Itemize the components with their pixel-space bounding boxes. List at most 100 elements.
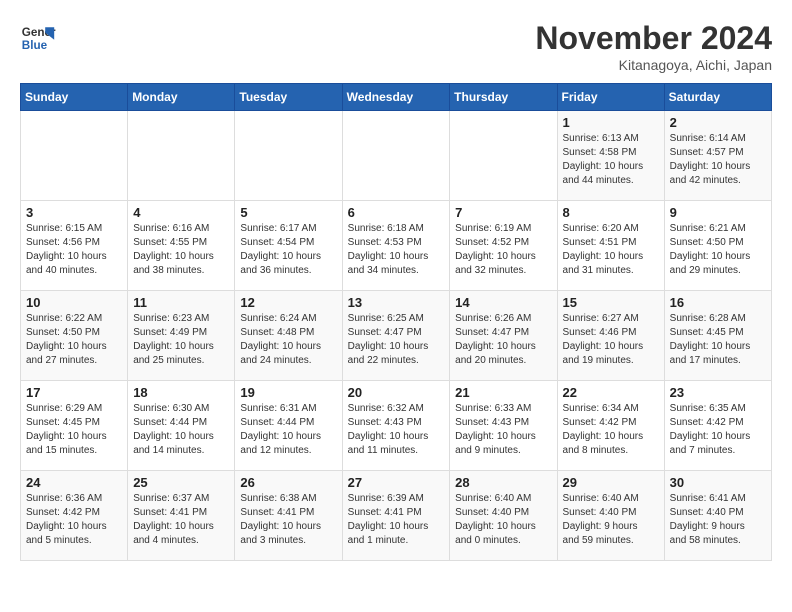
calendar-cell: 19 Sunrise: 6:31 AM Sunset: 4:44 PM Dayli…: [235, 381, 342, 471]
day-info: Sunrise: 6:30 AM Sunset: 4:44 PM Dayligh…: [133, 402, 229, 458]
day-number: 27: [348, 475, 445, 490]
day-number: 6: [348, 205, 445, 220]
logo: General Blue: [20, 20, 56, 56]
calendar-cell: 3 Sunrise: 6:15 AM Sunset: 4:56 PM Daylig…: [21, 201, 128, 291]
calendar-week-row: 17 Sunrise: 6:29 AM Sunset: 4:45 PM Dayli…: [21, 381, 772, 471]
day-number: 23: [670, 385, 766, 400]
day-info: Sunrise: 6:25 AM Sunset: 4:47 PM Dayligh…: [348, 312, 445, 368]
calendar-week-row: 24 Sunrise: 6:36 AM Sunset: 4:42 PM Dayli…: [21, 471, 772, 561]
calendar-cell: 18 Sunrise: 6:30 AM Sunset: 4:44 PM Dayli…: [128, 381, 235, 471]
weekday-header: Wednesday: [342, 84, 450, 111]
calendar-week-row: 1 Sunrise: 6:13 AM Sunset: 4:58 PM Daylig…: [21, 111, 772, 201]
day-number: 3: [26, 205, 122, 220]
day-number: 5: [240, 205, 336, 220]
day-info: Sunrise: 6:16 AM Sunset: 4:55 PM Dayligh…: [133, 222, 229, 278]
weekday-header: Monday: [128, 84, 235, 111]
location: Kitanagoya, Aichi, Japan: [535, 57, 772, 73]
calendar-cell: 23Sunrise: 6:35 AM Sunset: 4:42 PM Dayli…: [664, 381, 771, 471]
page-header: General Blue November 2024 Kitanagoya, A…: [20, 20, 772, 73]
calendar-cell: 21 Sunrise: 6:33 AM Sunset: 4:43 PM Dayli…: [450, 381, 557, 471]
calendar-cell: 13 Sunrise: 6:25 AM Sunset: 4:47 PM Dayli…: [342, 291, 450, 381]
calendar-cell: 30 Sunrise: 6:41 AM Sunset: 4:40 PM Dayli…: [664, 471, 771, 561]
calendar-cell: 14 Sunrise: 6:26 AM Sunset: 4:47 PM Dayli…: [450, 291, 557, 381]
day-info: Sunrise: 6:13 AM Sunset: 4:58 PM Dayligh…: [563, 132, 659, 188]
day-info: Sunrise: 6:41 AM Sunset: 4:40 PM Dayligh…: [670, 492, 766, 548]
month-title: November 2024: [535, 20, 772, 57]
calendar-cell: 22 Sunrise: 6:34 AM Sunset: 4:42 PM Dayli…: [557, 381, 664, 471]
logo-icon: General Blue: [20, 20, 56, 56]
day-info: Sunrise: 6:31 AM Sunset: 4:44 PM Dayligh…: [240, 402, 336, 458]
calendar-cell: 6 Sunrise: 6:18 AM Sunset: 4:53 PM Daylig…: [342, 201, 450, 291]
day-info: Sunrise: 6:38 AM Sunset: 4:41 PM Dayligh…: [240, 492, 336, 548]
calendar-week-row: 10Sunrise: 6:22 AM Sunset: 4:50 PM Dayli…: [21, 291, 772, 381]
calendar-cell: 20 Sunrise: 6:32 AM Sunset: 4:43 PM Dayli…: [342, 381, 450, 471]
calendar-cell: 11Sunrise: 6:23 AM Sunset: 4:49 PM Dayli…: [128, 291, 235, 381]
day-info: Sunrise: 6:32 AM Sunset: 4:43 PM Dayligh…: [348, 402, 445, 458]
day-number: 12: [240, 295, 336, 310]
day-info: Sunrise: 6:28 AM Sunset: 4:45 PM Dayligh…: [670, 312, 766, 368]
day-info: Sunrise: 6:21 AM Sunset: 4:50 PM Dayligh…: [670, 222, 766, 278]
day-info: Sunrise: 6:26 AM Sunset: 4:47 PM Dayligh…: [455, 312, 551, 368]
day-info: Sunrise: 6:37 AM Sunset: 4:41 PM Dayligh…: [133, 492, 229, 548]
day-info: Sunrise: 6:18 AM Sunset: 4:53 PM Dayligh…: [348, 222, 445, 278]
calendar-cell: 24 Sunrise: 6:36 AM Sunset: 4:42 PM Dayli…: [21, 471, 128, 561]
day-info: Sunrise: 6:33 AM Sunset: 4:43 PM Dayligh…: [455, 402, 551, 458]
calendar-cell: 4 Sunrise: 6:16 AM Sunset: 4:55 PM Daylig…: [128, 201, 235, 291]
calendar-cell: 25 Sunrise: 6:37 AM Sunset: 4:41 PM Dayli…: [128, 471, 235, 561]
weekday-header-row: SundayMondayTuesdayWednesdayThursdayFrid…: [21, 84, 772, 111]
day-info: Sunrise: 6:20 AM Sunset: 4:51 PM Dayligh…: [563, 222, 659, 278]
calendar-cell: 10Sunrise: 6:22 AM Sunset: 4:50 PM Dayli…: [21, 291, 128, 381]
day-number: 26: [240, 475, 336, 490]
day-info: Sunrise: 6:15 AM Sunset: 4:56 PM Dayligh…: [26, 222, 122, 278]
calendar-cell: 28Sunrise: 6:40 AM Sunset: 4:40 PM Dayli…: [450, 471, 557, 561]
day-number: 1: [563, 115, 659, 130]
calendar-cell: [21, 111, 128, 201]
day-number: 24: [26, 475, 122, 490]
calendar-cell: 9 Sunrise: 6:21 AM Sunset: 4:50 PM Daylig…: [664, 201, 771, 291]
day-info: Sunrise: 6:27 AM Sunset: 4:46 PM Dayligh…: [563, 312, 659, 368]
day-number: 25: [133, 475, 229, 490]
calendar-cell: 27 Sunrise: 6:39 AM Sunset: 4:41 PM Dayli…: [342, 471, 450, 561]
calendar-cell: 17 Sunrise: 6:29 AM Sunset: 4:45 PM Dayli…: [21, 381, 128, 471]
calendar: SundayMondayTuesdayWednesdayThursdayFrid…: [20, 83, 772, 561]
day-info: Sunrise: 6:39 AM Sunset: 4:41 PM Dayligh…: [348, 492, 445, 548]
day-number: 19: [240, 385, 336, 400]
day-number: 9: [670, 205, 766, 220]
weekday-header: Saturday: [664, 84, 771, 111]
day-number: 16: [670, 295, 766, 310]
calendar-cell: [450, 111, 557, 201]
calendar-cell: 29 Sunrise: 6:40 AM Sunset: 4:40 PM Dayli…: [557, 471, 664, 561]
calendar-cell: [128, 111, 235, 201]
day-info: Sunrise: 6:29 AM Sunset: 4:45 PM Dayligh…: [26, 402, 122, 458]
weekday-header: Tuesday: [235, 84, 342, 111]
day-number: 18: [133, 385, 229, 400]
calendar-cell: 16 Sunrise: 6:28 AM Sunset: 4:45 PM Dayli…: [664, 291, 771, 381]
calendar-cell: 2 Sunrise: 6:14 AM Sunset: 4:57 PM Daylig…: [664, 111, 771, 201]
day-number: 7: [455, 205, 551, 220]
day-number: 4: [133, 205, 229, 220]
day-number: 20: [348, 385, 445, 400]
day-info: Sunrise: 6:34 AM Sunset: 4:42 PM Dayligh…: [563, 402, 659, 458]
day-number: 29: [563, 475, 659, 490]
day-number: 14: [455, 295, 551, 310]
day-number: 2: [670, 115, 766, 130]
title-block: November 2024 Kitanagoya, Aichi, Japan: [535, 20, 772, 73]
day-number: 17: [26, 385, 122, 400]
day-number: 30: [670, 475, 766, 490]
weekday-header: Thursday: [450, 84, 557, 111]
calendar-cell: 8 Sunrise: 6:20 AM Sunset: 4:51 PM Daylig…: [557, 201, 664, 291]
day-info: Sunrise: 6:17 AM Sunset: 4:54 PM Dayligh…: [240, 222, 336, 278]
day-number: 8: [563, 205, 659, 220]
day-number: 13: [348, 295, 445, 310]
day-info: Sunrise: 6:36 AM Sunset: 4:42 PM Dayligh…: [26, 492, 122, 548]
calendar-cell: 15Sunrise: 6:27 AM Sunset: 4:46 PM Dayli…: [557, 291, 664, 381]
calendar-cell: 7Sunrise: 6:19 AM Sunset: 4:52 PM Daylig…: [450, 201, 557, 291]
day-number: 22: [563, 385, 659, 400]
day-number: 10: [26, 295, 122, 310]
day-number: 21: [455, 385, 551, 400]
day-info: Sunrise: 6:14 AM Sunset: 4:57 PM Dayligh…: [670, 132, 766, 188]
day-number: 11: [133, 295, 229, 310]
calendar-week-row: 3 Sunrise: 6:15 AM Sunset: 4:56 PM Daylig…: [21, 201, 772, 291]
day-info: Sunrise: 6:40 AM Sunset: 4:40 PM Dayligh…: [563, 492, 659, 548]
day-info: Sunrise: 6:40 AM Sunset: 4:40 PM Dayligh…: [455, 492, 551, 548]
